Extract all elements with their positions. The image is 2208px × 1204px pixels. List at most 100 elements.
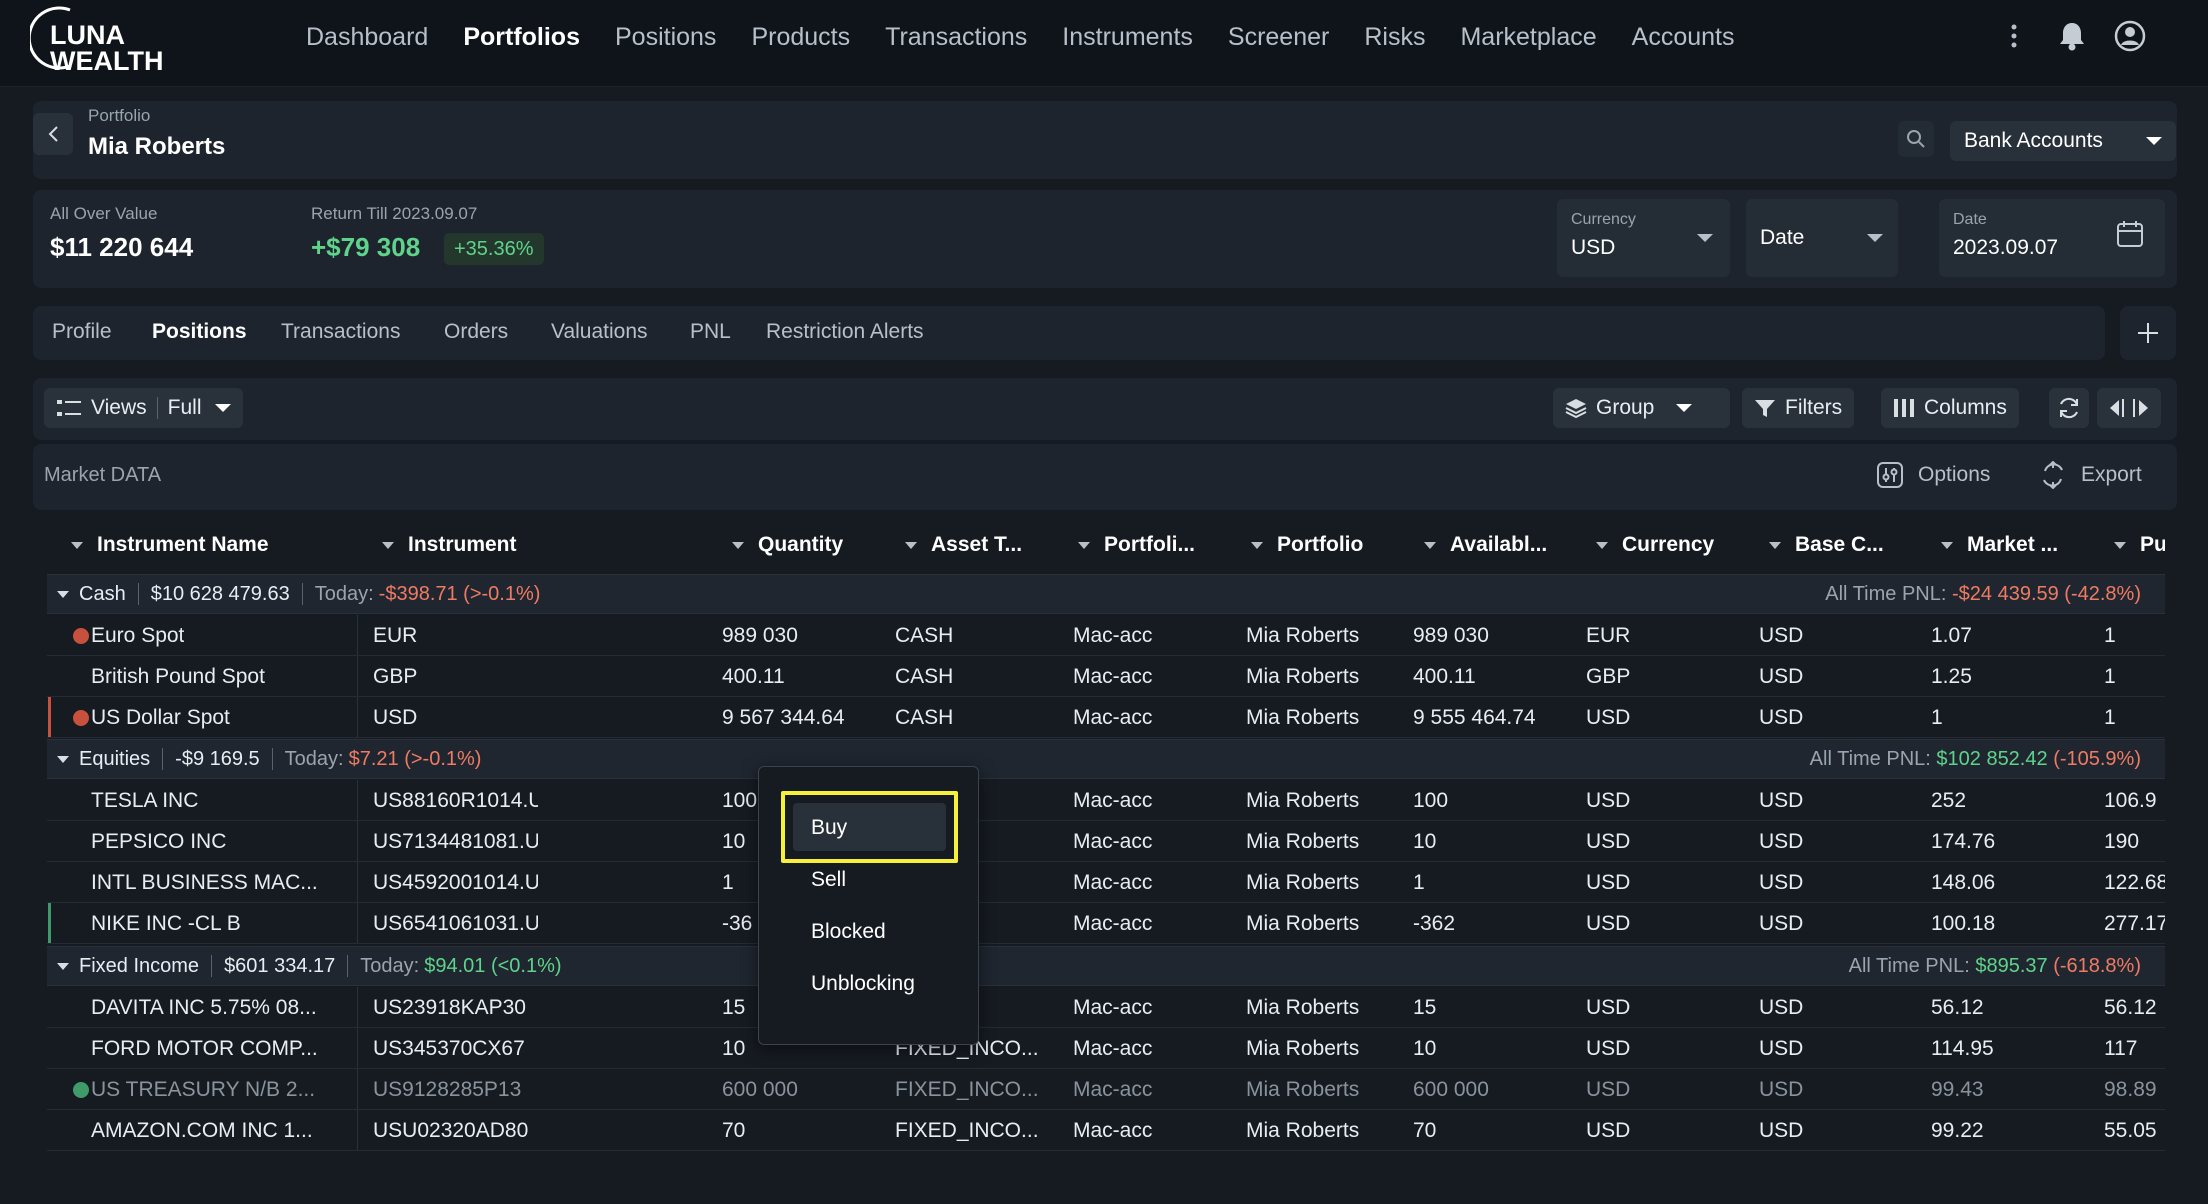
table-row[interactable]: NIKE INC -CL BUS6541061031.UN-36SMac-acc… <box>47 903 2165 944</box>
return-label: Return Till 2023.09.07 <box>311 204 478 223</box>
cell-instrument: US7134481081.UW <box>373 830 538 853</box>
date-type-select[interactable]: Date <box>1746 199 1898 277</box>
group-pnl: All Time PNL: -$24 439.59 (-42.8%) <box>1825 582 2141 605</box>
cell-portfolio: Mia Roberts <box>1246 912 1360 935</box>
nav-products[interactable]: Products <box>751 23 850 52</box>
menu-item-unblocking[interactable]: Unblocking <box>811 972 915 996</box>
table-row[interactable]: AMAZON.COM INC 1... USU02320AD80 70 FIXED_I… <box>47 1110 2165 1151</box>
chevron-down-icon[interactable] <box>57 590 69 598</box>
panel-toggle-button[interactable] <box>2097 388 2161 428</box>
row-context-menu: Buy Sell Blocked Unblocking <box>758 766 979 1045</box>
tab-restriction-alerts[interactable]: Restriction Alerts <box>766 320 924 344</box>
cell-base-currency: USD <box>1759 706 1804 729</box>
refresh-button[interactable] <box>2049 388 2089 428</box>
views-dropdown[interactable]: Views Full <box>44 388 244 428</box>
cell-base-currency: USD <box>1759 789 1804 812</box>
nav-dashboard[interactable]: Dashboard <box>306 23 428 52</box>
group-row-equities[interactable]: Equities -$9 169.5 Today: $7.21 (>-0.1%)… <box>47 739 2165 779</box>
search-button[interactable] <box>1898 121 1934 157</box>
currency-select[interactable]: Currency USD <box>1557 199 1730 277</box>
chevron-down-icon[interactable] <box>57 962 69 970</box>
column-header-market[interactable]: Market ... <box>1941 533 2058 557</box>
refresh-icon <box>2060 397 2078 419</box>
cell-quantity: 9 567 344.64 <box>722 706 845 729</box>
cell-name: NIKE INC -CL B <box>91 912 241 935</box>
date-picker[interactable]: Date 2023.09.07 <box>1939 199 2165 277</box>
group-total: $601 334.17 <box>224 954 336 977</box>
cell-portfolio-short: Mac-acc <box>1073 871 1153 894</box>
column-header-asset-type[interactable]: Asset T... <box>905 533 1022 557</box>
cell-currency: USD <box>1586 830 1631 853</box>
logo-text-line2: WEALTH <box>50 46 164 76</box>
column-header-instrument-name[interactable]: Instrument Name <box>71 533 269 557</box>
cell-currency: USD <box>1586 706 1631 729</box>
tab-orders[interactable]: Orders <box>444 320 508 344</box>
column-header-quantity[interactable]: Quantity <box>732 533 843 557</box>
cell-quantity: 10 <box>722 830 746 853</box>
cell-currency: GBP <box>1586 665 1631 688</box>
group-dropdown[interactable]: Group <box>1553 388 1730 428</box>
add-tab-button[interactable] <box>2120 306 2176 360</box>
nav-portfolios[interactable]: Portfolios <box>463 23 580 52</box>
more-vertical-icon[interactable] <box>1996 18 2032 54</box>
back-button[interactable] <box>33 113 73 155</box>
user-avatar-icon[interactable] <box>2112 18 2148 54</box>
column-header-available[interactable]: Availabl... <box>1424 533 1547 557</box>
portfolio-summary: All Over Value $11 220 644 Return Till 2… <box>33 190 2177 288</box>
cell-pu: 1 <box>2104 706 2116 729</box>
tab-profile[interactable]: Profile <box>52 320 112 344</box>
group-row-fixed-income[interactable]: Fixed Income $601 334.17 Today: $94.01 (… <box>47 946 2165 986</box>
tab-pnl[interactable]: PNL <box>690 320 731 344</box>
bank-accounts-dropdown[interactable]: Bank Accounts <box>1950 121 2176 161</box>
table-row[interactable]: US TREASURY N/B 2... US9128285P13 600 000 F… <box>47 1069 2165 1110</box>
cell-pu: 55.05 <box>2104 1119 2157 1142</box>
tab-transactions[interactable]: Transactions <box>281 320 400 344</box>
cell-market: 174.76 <box>1931 830 1996 853</box>
column-header-portfolio-short[interactable]: Portfoli... <box>1078 533 1195 557</box>
luna-wealth-logo[interactable]: LUNA WEALTH <box>30 6 170 76</box>
tab-valuations[interactable]: Valuations <box>551 320 648 344</box>
columns-button[interactable]: Columns <box>1881 388 2019 428</box>
nav-accounts[interactable]: Accounts <box>1632 23 1735 52</box>
filters-label: Filters <box>1785 396 1843 419</box>
export-button[interactable]: Export <box>2039 461 2142 489</box>
table-row[interactable]: TESLA INCUS88160R1014.US100SMac-accMia R… <box>47 780 2165 821</box>
table-row[interactable]: PEPSICO INCUS7134481081.UW10SMac-accMia … <box>47 821 2165 862</box>
table-row[interactable]: FORD MOTOR COMP... US345370CX67 10 FIXED_IN… <box>47 1028 2165 1069</box>
column-header-portfolio[interactable]: Portfolio <box>1251 533 1363 557</box>
table-row[interactable]: DAVITA INC 5.75% 08...US23918KAP3015INCO… <box>47 987 2165 1028</box>
nav-instruments[interactable]: Instruments <box>1062 23 1193 52</box>
group-row-cash[interactable]: Cash $10 628 479.63 Today: -$398.71 (>-0… <box>47 574 2165 614</box>
cell-instrument: GBP <box>373 665 418 688</box>
table-row[interactable]: INTL BUSINESS MAC...US4592001014.UN1SMac… <box>47 862 2165 903</box>
breadcrumb[interactable]: Portfolio <box>88 106 150 126</box>
bell-icon[interactable] <box>2054 18 2090 54</box>
nav-risks[interactable]: Risks <box>1364 23 1425 52</box>
column-header-instrument[interactable]: Instrument <box>382 533 517 557</box>
menu-item-blocked[interactable]: Blocked <box>811 920 886 944</box>
table-row[interactable]: US Dollar Spot USD 9 567 344.64 CASH Mac-acc… <box>47 697 2165 738</box>
cell-name: British Pound Spot <box>91 665 265 688</box>
table-row[interactable]: British Pound Spot GBP 400.11 CASH Mac-acc Mi… <box>47 656 2165 697</box>
column-header-base-currency[interactable]: Base C... <box>1769 533 1884 557</box>
chevron-down-icon[interactable] <box>57 755 69 763</box>
menu-item-sell[interactable]: Sell <box>811 868 846 892</box>
cell-asset-type: CASH <box>895 665 954 688</box>
nav-transactions[interactable]: Transactions <box>885 23 1027 52</box>
bank-accounts-label: Bank Accounts <box>1964 129 2103 152</box>
menu-item-buy[interactable]: Buy <box>811 816 847 840</box>
table-row[interactable]: Euro Spot EUR 989 030 CASH Mac-acc Mia Robert… <box>47 615 2165 656</box>
nav-marketplace[interactable]: Marketplace <box>1460 23 1596 52</box>
export-icon <box>2043 461 2063 489</box>
options-label: Options <box>1918 463 1991 486</box>
column-header-currency[interactable]: Currency <box>1596 533 1714 557</box>
column-header-pu[interactable]: Pu <box>2114 533 2165 557</box>
nav-positions[interactable]: Positions <box>615 23 716 52</box>
filters-button[interactable]: Filters <box>1742 388 1855 428</box>
cell-currency: USD <box>1586 871 1631 894</box>
nav-screener[interactable]: Screener <box>1228 23 1329 52</box>
options-button[interactable]: Options <box>1876 461 1990 489</box>
sort-caret-icon <box>1078 541 1090 549</box>
tab-positions[interactable]: Positions <box>152 320 247 344</box>
portfolio-header: Portfolio Mia Roberts Bank Accounts <box>33 101 2177 179</box>
